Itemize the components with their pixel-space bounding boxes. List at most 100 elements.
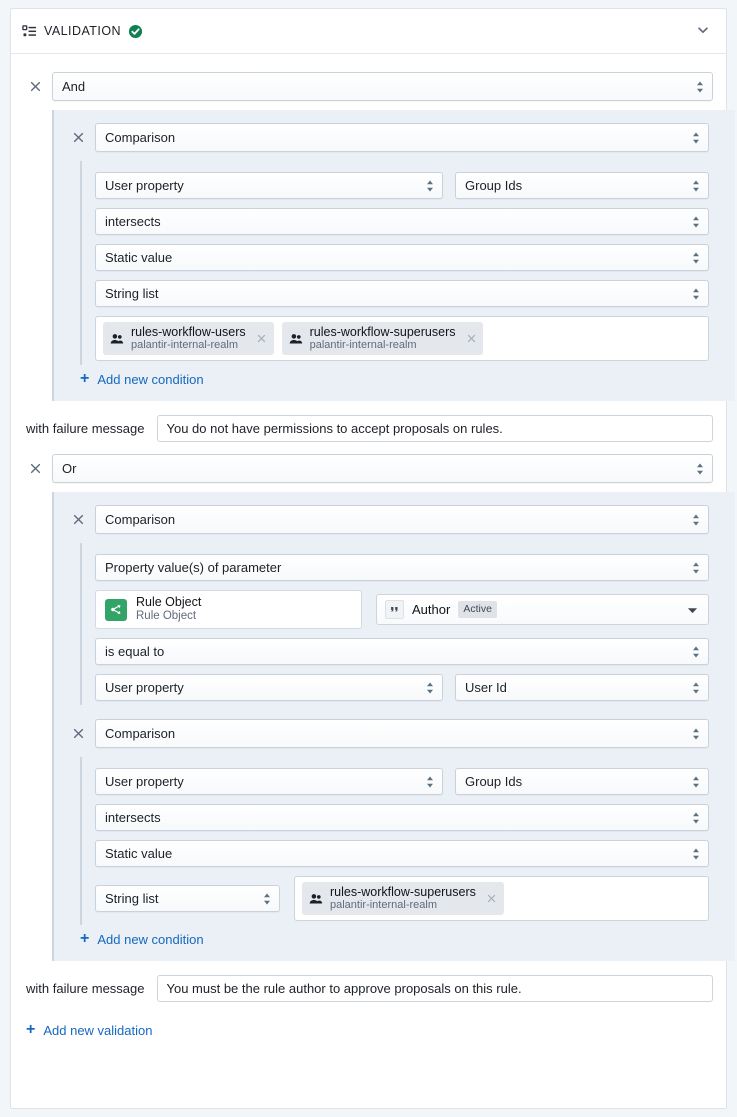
failure-message-input[interactable]: You must be the rule author to approve p…	[156, 975, 713, 1003]
condition-type-value: Comparison	[105, 512, 176, 528]
comparison-operator-value: is equal to	[105, 644, 165, 660]
comparison-operator-value: intersects	[105, 214, 161, 229]
right-property-select[interactable]: User Id	[455, 674, 709, 702]
condition-type-value: Comparison	[105, 726, 176, 742]
close-icon	[467, 334, 476, 343]
validation-operator-select[interactable]: Or	[52, 454, 713, 484]
chip-remove-button[interactable]	[255, 332, 269, 346]
validation-group-panel: Comparison Property value(s) of paramete…	[52, 492, 735, 962]
right-type-select[interactable]: String list	[95, 885, 280, 913]
close-icon	[73, 132, 83, 143]
failure-message-value: You do not have permissions to accept pr…	[166, 421, 503, 437]
sort-arrows-icon	[691, 131, 701, 145]
sort-arrows-icon	[691, 727, 701, 741]
add-condition-button[interactable]: + Add new condition	[67, 925, 709, 949]
check-circle-icon	[128, 24, 143, 39]
object-parameter-card[interactable]: Rule Object Rule Object	[95, 590, 362, 630]
property-dropdown[interactable]: Author Active	[376, 594, 709, 626]
sort-arrows-icon	[691, 251, 701, 265]
comparison-operator-select[interactable]: intersects	[95, 804, 709, 832]
validation-operator-select[interactable]: And	[52, 72, 713, 101]
group-chip-input[interactable]: rules-workflow-users palantir-internal-r…	[95, 316, 709, 362]
sort-arrows-icon	[691, 645, 701, 659]
chip-subtitle: palantir-internal-realm	[309, 339, 417, 352]
sort-arrows-icon	[425, 681, 435, 695]
group-icon	[110, 332, 124, 346]
failure-message-row: with failure message You do not have per…	[24, 415, 713, 443]
remove-validation-button[interactable]	[24, 458, 46, 480]
right-property-value: User Id	[465, 680, 507, 696]
condition-type-select[interactable]: Comparison	[95, 719, 709, 749]
left-source-value: User property	[105, 774, 184, 790]
left-operand-row: User property Group Ids	[95, 172, 709, 199]
left-property-select[interactable]: Group Ids	[455, 172, 709, 199]
add-validation-button[interactable]: + Add new validation	[26, 1016, 713, 1040]
status-badge: Active	[458, 601, 497, 618]
group-icon	[289, 332, 303, 346]
sort-arrows-icon	[691, 847, 701, 861]
chip-subtitle: palantir-internal-realm	[131, 339, 238, 352]
remove-condition-button[interactable]	[67, 127, 89, 149]
remove-condition-button[interactable]	[67, 509, 89, 531]
left-property-value: Group Ids	[465, 178, 523, 193]
quote-icon	[385, 600, 404, 620]
list-item[interactable]: rules-workflow-users palantir-internal-r…	[103, 322, 274, 356]
remove-condition-button[interactable]	[67, 723, 89, 745]
remove-validation-button[interactable]	[24, 76, 46, 98]
comparison-operator-value: intersects	[105, 810, 161, 826]
collapse-toggle-button[interactable]	[692, 20, 714, 42]
condition-type-row: Comparison	[67, 123, 709, 152]
close-icon	[488, 894, 496, 903]
right-source-row: Static value	[95, 840, 709, 868]
condition-type-select[interactable]: Comparison	[95, 505, 709, 535]
object-title: Rule Object	[136, 595, 202, 610]
chip-remove-button[interactable]	[464, 332, 478, 346]
validation-header: VALIDATION	[11, 9, 726, 54]
condition-type-row: Comparison	[67, 719, 709, 749]
right-type-value: String list	[105, 891, 159, 907]
add-condition-label: Add new condition	[97, 931, 204, 947]
add-condition-button[interactable]: + Add new condition	[67, 365, 709, 389]
validation-group-panel: Comparison User property Group Ids inter…	[52, 110, 735, 402]
left-source-select[interactable]: User property	[95, 768, 443, 796]
right-type-row: String list	[95, 280, 709, 307]
failure-message-label: with failure message	[26, 981, 145, 997]
sort-arrows-icon	[691, 811, 701, 825]
left-source-row: Property value(s) of parameter	[95, 554, 709, 582]
comparison-operator-select[interactable]: intersects	[95, 208, 709, 235]
failure-message-row: with failure message You must be the rul…	[24, 975, 713, 1003]
chip-remove-button[interactable]	[485, 892, 499, 906]
right-source-select[interactable]: User property	[95, 674, 443, 702]
comparison-operator-select[interactable]: is equal to	[95, 638, 709, 666]
sort-arrows-icon	[695, 462, 705, 476]
chip-title: rules-workflow-users	[131, 325, 246, 339]
close-icon	[73, 514, 83, 525]
left-source-select[interactable]: Property value(s) of parameter	[95, 554, 709, 582]
right-type-select[interactable]: String list	[95, 280, 709, 307]
failure-message-label: with failure message	[26, 421, 145, 437]
left-property-value: Group Ids	[465, 774, 523, 790]
sort-arrows-icon	[695, 80, 705, 94]
chip-input-row: rules-workflow-users palantir-internal-r…	[95, 316, 709, 362]
left-source-value: Property value(s) of parameter	[105, 560, 282, 576]
list-item[interactable]: rules-workflow-superusers palantir-inter…	[302, 882, 504, 916]
chip-subtitle: palantir-internal-realm	[330, 899, 437, 912]
left-property-select[interactable]: Group Ids	[455, 768, 709, 796]
add-validation-label: Add new validation	[43, 1022, 153, 1038]
group-chip-input[interactable]: rules-workflow-superusers palantir-inter…	[294, 876, 709, 922]
operator-row: intersects	[95, 804, 709, 832]
close-icon	[257, 334, 266, 343]
left-source-select[interactable]: User property	[95, 172, 443, 199]
right-source-value: User property	[105, 680, 184, 696]
failure-message-value: You must be the rule author to approve p…	[166, 981, 522, 997]
condition-type-select[interactable]: Comparison	[95, 123, 709, 152]
right-source-value: Static value	[105, 250, 173, 265]
condition-detail-panel: Property value(s) of parameter Rule Obje…	[80, 543, 709, 706]
failure-message-input[interactable]: You do not have permissions to accept pr…	[156, 415, 713, 443]
list-item[interactable]: rules-workflow-superusers palantir-inter…	[281, 322, 484, 356]
right-source-select[interactable]: Static value	[95, 840, 709, 868]
plus-icon: +	[80, 930, 90, 948]
page-title: VALIDATION	[44, 24, 121, 38]
right-source-select[interactable]: Static value	[95, 244, 709, 271]
validation-body: And Comparison User property Group Ids i…	[11, 54, 735, 1056]
